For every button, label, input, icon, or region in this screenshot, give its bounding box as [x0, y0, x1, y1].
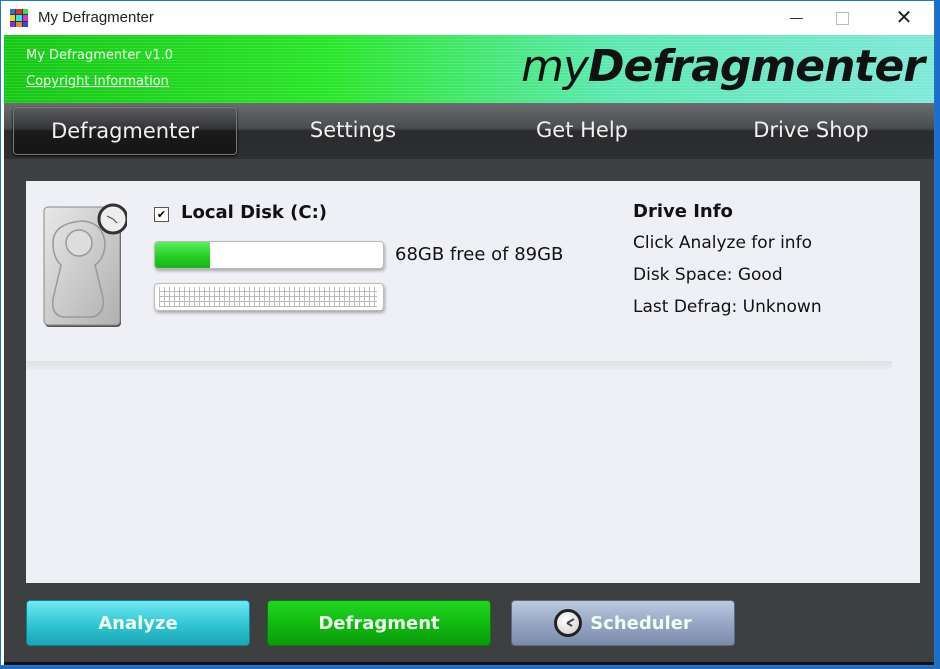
drive-info-line: Disk Space: Good — [633, 265, 783, 285]
minimize-icon — [789, 17, 803, 19]
close-button[interactable]: ✕ — [881, 1, 927, 35]
drive-info-line: Last Defrag: Unknown — [633, 297, 822, 317]
close-icon: ✕ — [895, 7, 913, 29]
tab-settings[interactable]: Settings — [242, 107, 464, 153]
disk-usage-fill — [155, 242, 210, 268]
tab-drive-shop[interactable]: Drive Shop — [700, 107, 922, 153]
scheduler-button[interactable]: Scheduler — [511, 600, 735, 646]
title-bar: My Defragmenter ✕ — [1, 1, 934, 35]
app-window: My Defragmenter ✕ My Defragmenter v1.0 C… — [0, 0, 935, 666]
app-icon — [10, 9, 28, 27]
drive-checkbox[interactable]: ✔ — [154, 207, 169, 222]
main-frame: ✔ Local Disk (C:) 68GB free of 89GB Driv… — [4, 159, 934, 665]
drive-info-line: Click Analyze for info — [633, 233, 812, 253]
maximize-button[interactable] — [819, 1, 865, 35]
copyright-link[interactable]: Copyright Information — [26, 74, 169, 89]
defragment-button[interactable]: Defragment — [267, 600, 491, 646]
drive-list-panel: ✔ Local Disk (C:) 68GB free of 89GB Driv… — [26, 181, 920, 583]
app-logo: myDefragmenter — [521, 41, 925, 92]
fragmentation-grid — [159, 287, 377, 307]
analyze-button[interactable]: Analyze — [26, 600, 250, 646]
nav-bar: Defragmenter Settings Get Help Drive Sho… — [4, 103, 934, 159]
maximize-icon — [835, 11, 849, 25]
disk-usage-bar — [154, 241, 384, 269]
defragment-label: Defragment — [318, 612, 440, 634]
tab-defragmenter[interactable]: Defragmenter — [13, 107, 237, 155]
logo-my: my — [521, 41, 589, 92]
analyze-label: Analyze — [98, 612, 178, 634]
window-title: My Defragmenter — [38, 9, 154, 26]
minimize-button[interactable] — [773, 1, 819, 35]
row-divider — [26, 361, 892, 369]
scheduler-label: Scheduler — [590, 612, 692, 634]
clock-icon — [554, 609, 583, 637]
fragmentation-map — [154, 283, 384, 311]
header-banner: My Defragmenter v1.0 Copyright Informati… — [4, 35, 934, 103]
tab-get-help[interactable]: Get Help — [471, 107, 693, 153]
logo-name: Defragmenter — [588, 41, 925, 92]
drive-name: Local Disk (C:) — [181, 202, 328, 223]
version-label: My Defragmenter v1.0 — [26, 48, 174, 63]
drive-info-title: Drive Info — [633, 201, 733, 222]
hard-drive-icon — [43, 203, 127, 327]
free-space-label: 68GB free of 89GB — [395, 244, 564, 265]
